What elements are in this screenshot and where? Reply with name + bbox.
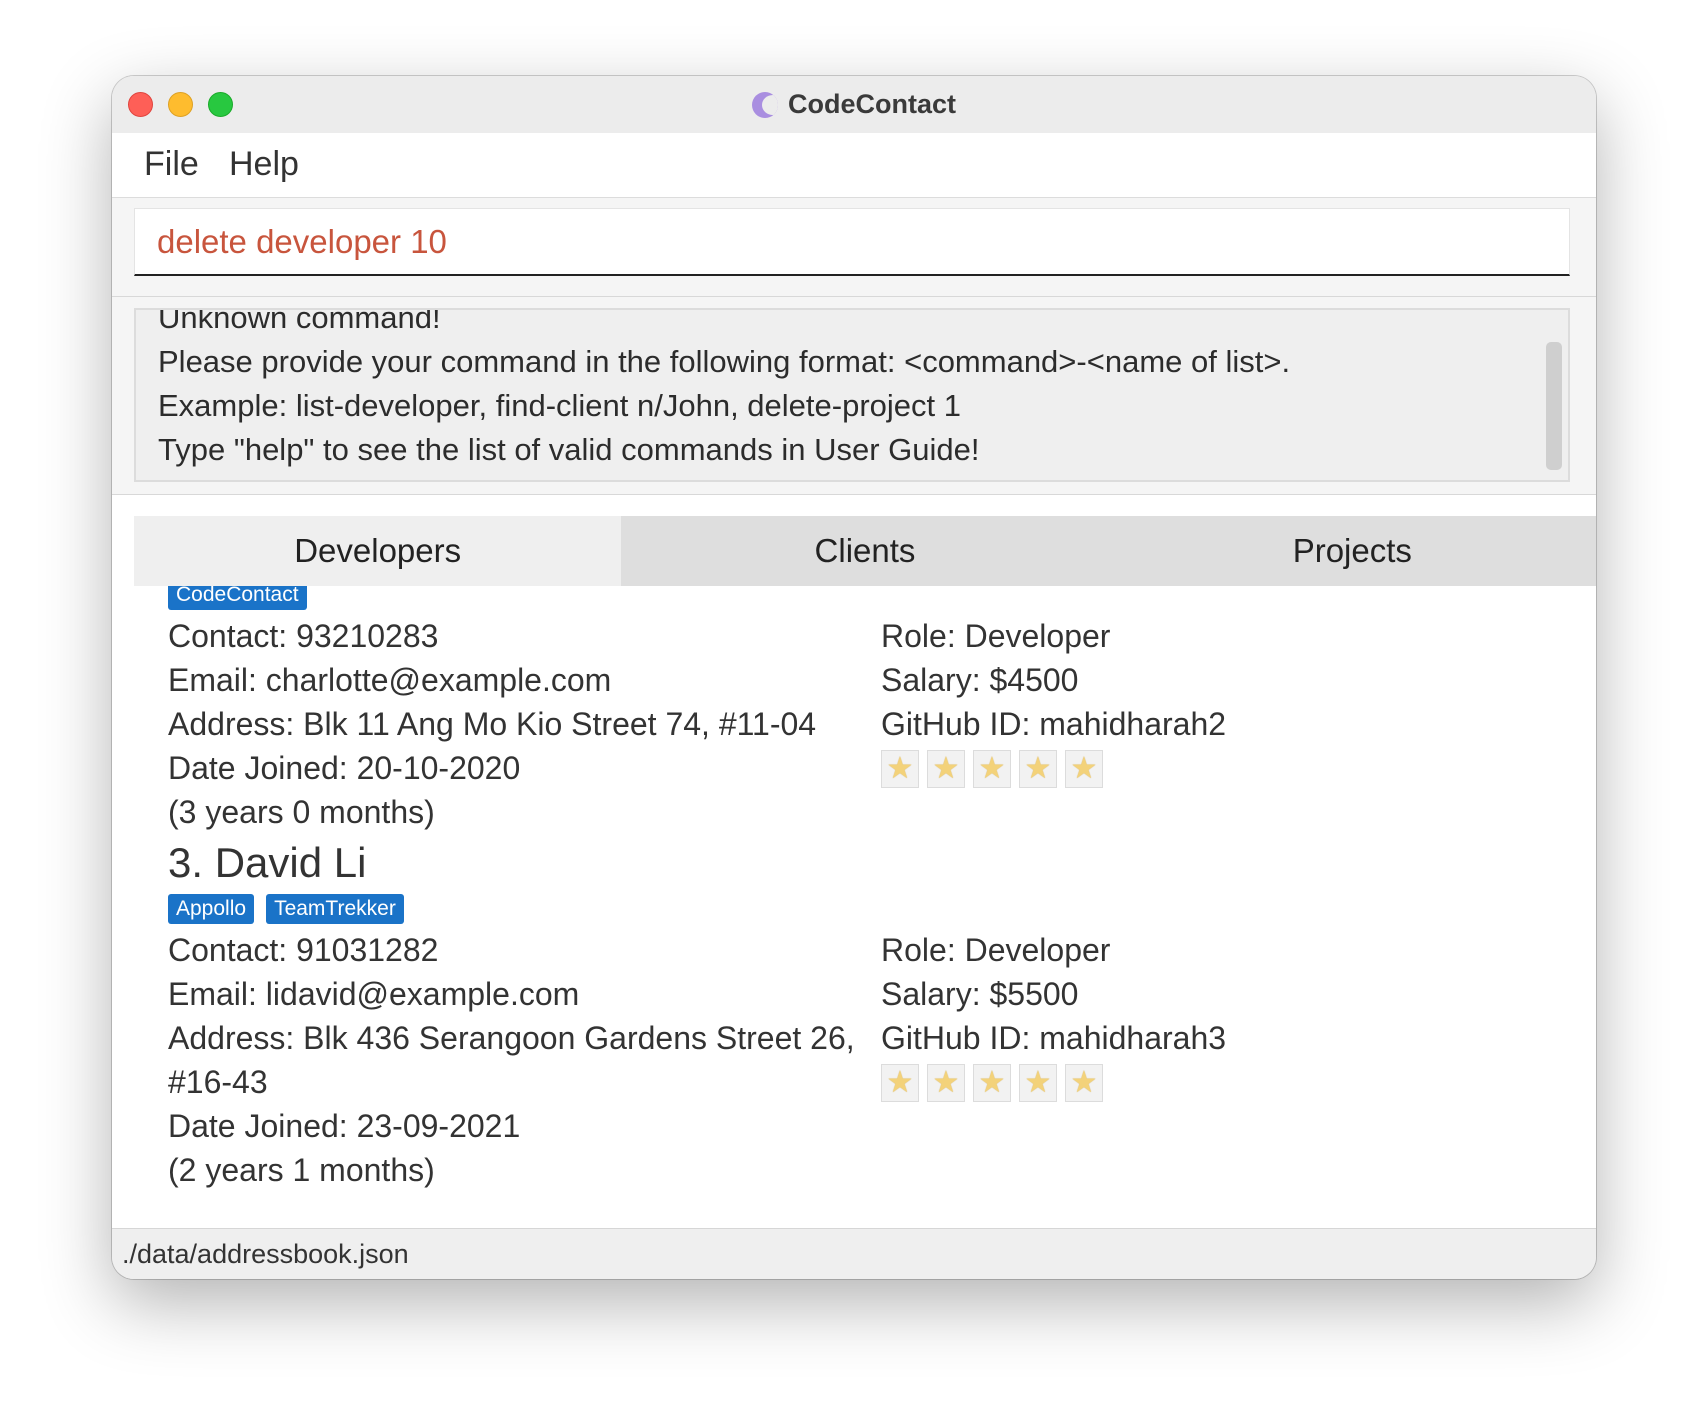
developer-card[interactable]: 3. David Li Appollo TeamTrekker Contact:… — [168, 834, 1568, 1192]
star-icon: ★ — [881, 750, 919, 788]
tab-projects[interactable]: Projects — [1109, 516, 1596, 586]
result-panel: Unknown command! Please provide your com… — [112, 297, 1596, 495]
star-icon: ★ — [927, 1064, 965, 1102]
role-field: Role: Developer — [881, 618, 1111, 654]
date-joined-field: Date Joined: 23-09-2021 — [168, 1108, 521, 1144]
title-group: CodeContact — [112, 76, 1596, 133]
star-icon: ★ — [1065, 750, 1103, 788]
menu-bar: File Help — [112, 133, 1596, 198]
star-icon: ★ — [973, 1064, 1011, 1102]
contact-field: Contact: 93210283 — [168, 618, 439, 654]
tenure-field: (3 years 0 months) — [168, 794, 435, 830]
email-field: Email: lidavid@example.com — [168, 976, 580, 1012]
github-field: GitHub ID: mahidharah2 — [881, 706, 1227, 742]
tab-clients[interactable]: Clients — [621, 516, 1108, 586]
github-field: GitHub ID: mahidharah3 — [881, 1020, 1227, 1056]
salary-field: Salary: $5500 — [881, 976, 1079, 1012]
star-icon: ★ — [973, 750, 1011, 788]
tenure-field: (2 years 1 months) — [168, 1152, 435, 1188]
project-tag: CodeContact — [168, 586, 307, 610]
title-bar[interactable]: CodeContact — [112, 76, 1596, 134]
save-file-path: ./data/addressbook.json — [122, 1239, 409, 1269]
result-message: Unknown command! Please provide your com… — [158, 308, 1291, 467]
tag-list: CodeContact — [168, 586, 1568, 612]
address-field: Address: Blk 11 Ang Mo Kio Street 74, #1… — [168, 706, 817, 742]
star-icon: ★ — [1065, 1064, 1103, 1102]
star-icon: ★ — [881, 1064, 919, 1102]
star-icon: ★ — [1019, 750, 1057, 788]
result-display[interactable]: Unknown command! Please provide your com… — [134, 308, 1570, 482]
salary-field: Salary: $4500 — [881, 662, 1079, 698]
result-scrollbar[interactable] — [1546, 342, 1562, 470]
codecontact-logo-icon — [752, 91, 778, 118]
date-joined-field: Date Joined: 20-10-2020 — [168, 750, 521, 786]
window-title: CodeContact — [788, 89, 956, 119]
menu-file[interactable]: File — [134, 141, 209, 188]
tag-list: Appollo TeamTrekker — [168, 892, 1568, 926]
command-input[interactable] — [134, 208, 1570, 276]
address-field-cont: #16-43 — [168, 1064, 268, 1100]
list-tabs: Developers Clients Projects — [134, 516, 1596, 586]
role-field: Role: Developer — [881, 932, 1111, 968]
command-box — [112, 198, 1596, 297]
email-field: Email: charlotte@example.com — [168, 662, 612, 698]
app-window: CodeContact File Help Unknown command! P… — [112, 76, 1596, 1279]
developer-name: 3. David Li — [168, 839, 367, 886]
address-field: Address: Blk 436 Serangoon Gardens Stree… — [168, 1020, 855, 1056]
tab-developers[interactable]: Developers — [134, 516, 622, 586]
star-icon: ★ — [927, 750, 965, 788]
rating-stars: ★ ★ ★ ★ ★ — [881, 750, 1481, 788]
project-tag: Appollo — [168, 894, 255, 924]
project-tag: TeamTrekker — [266, 894, 404, 924]
developer-list[interactable]: CodeContact Contact: 93210283 Email: cha… — [112, 586, 1596, 1204]
status-bar: ./data/addressbook.json — [112, 1228, 1596, 1279]
star-icon: ★ — [1019, 1064, 1057, 1102]
menu-help[interactable]: Help — [219, 141, 309, 188]
developer-card[interactable]: CodeContact Contact: 93210283 Email: cha… — [168, 586, 1568, 834]
rating-stars: ★ ★ ★ ★ ★ — [881, 1064, 1481, 1102]
contact-field: Contact: 91031282 — [168, 932, 439, 968]
